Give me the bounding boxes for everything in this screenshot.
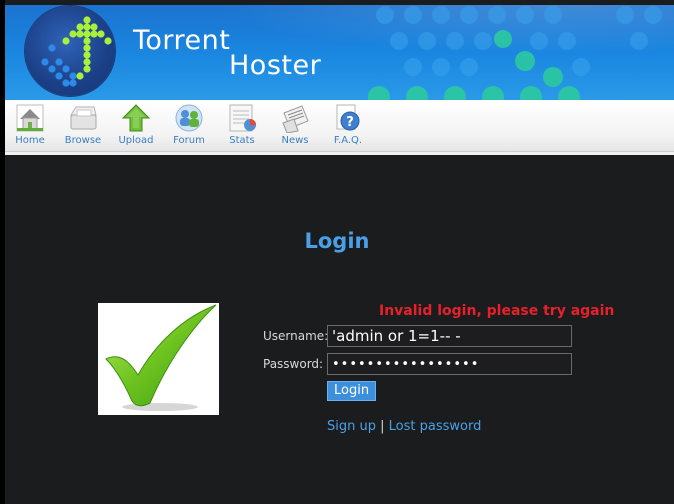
page-title: Login xyxy=(304,229,370,253)
forum-icon xyxy=(175,104,203,132)
nav-item-browse[interactable]: Browse xyxy=(60,103,106,146)
svg-text:?: ? xyxy=(346,115,354,130)
site-title-line2: Hoster xyxy=(229,50,322,81)
nav-label-browse: Browse xyxy=(64,135,102,146)
nav-item-faq[interactable]: ? F.A.Q. xyxy=(325,103,371,146)
login-button[interactable]: Login xyxy=(327,381,377,401)
browse-icon xyxy=(70,106,97,130)
logo-arrow-icon xyxy=(41,16,112,87)
nav-item-stats[interactable]: Stats xyxy=(219,103,265,146)
nav-label-stats: Stats xyxy=(229,135,255,146)
nav-label-forum: Forum xyxy=(173,135,205,146)
checkmark-image xyxy=(98,303,219,415)
news-icon xyxy=(282,105,309,133)
home-icon xyxy=(16,104,44,132)
nav-divider xyxy=(5,152,674,155)
site-logo xyxy=(25,6,115,96)
upload-icon xyxy=(121,104,151,132)
nav-label-news: News xyxy=(281,135,309,146)
nav-item-upload[interactable]: Upload xyxy=(113,103,159,146)
username-field[interactable] xyxy=(327,325,572,347)
nav-item-news[interactable]: News xyxy=(272,103,318,146)
nav-item-forum[interactable]: Forum xyxy=(166,103,212,146)
main-nav: Home Browse Upload Forum Stats News ? F.… xyxy=(5,100,674,152)
password-field[interactable] xyxy=(327,353,572,375)
error-message: Invalid login, please try again xyxy=(379,303,615,319)
account-links: Sign up | Lost password xyxy=(327,419,481,434)
stats-icon xyxy=(229,104,256,132)
lost-password-link[interactable]: Lost password xyxy=(389,419,482,434)
signup-link[interactable]: Sign up xyxy=(327,419,376,434)
faq-icon: ? xyxy=(336,104,360,131)
checkmark-icon xyxy=(105,304,217,411)
links-separator: | xyxy=(380,419,385,434)
nav-label-faq: F.A.Q. xyxy=(333,135,363,146)
nav-label-upload: Upload xyxy=(118,135,154,146)
site-banner: Torrent Hoster xyxy=(5,5,674,100)
nav-item-home[interactable]: Home xyxy=(7,103,53,146)
nav-label-home: Home xyxy=(15,135,45,146)
password-label: Password: xyxy=(263,357,324,371)
site-title-line1: Torrent xyxy=(133,25,231,56)
username-label: Username: xyxy=(263,329,329,343)
